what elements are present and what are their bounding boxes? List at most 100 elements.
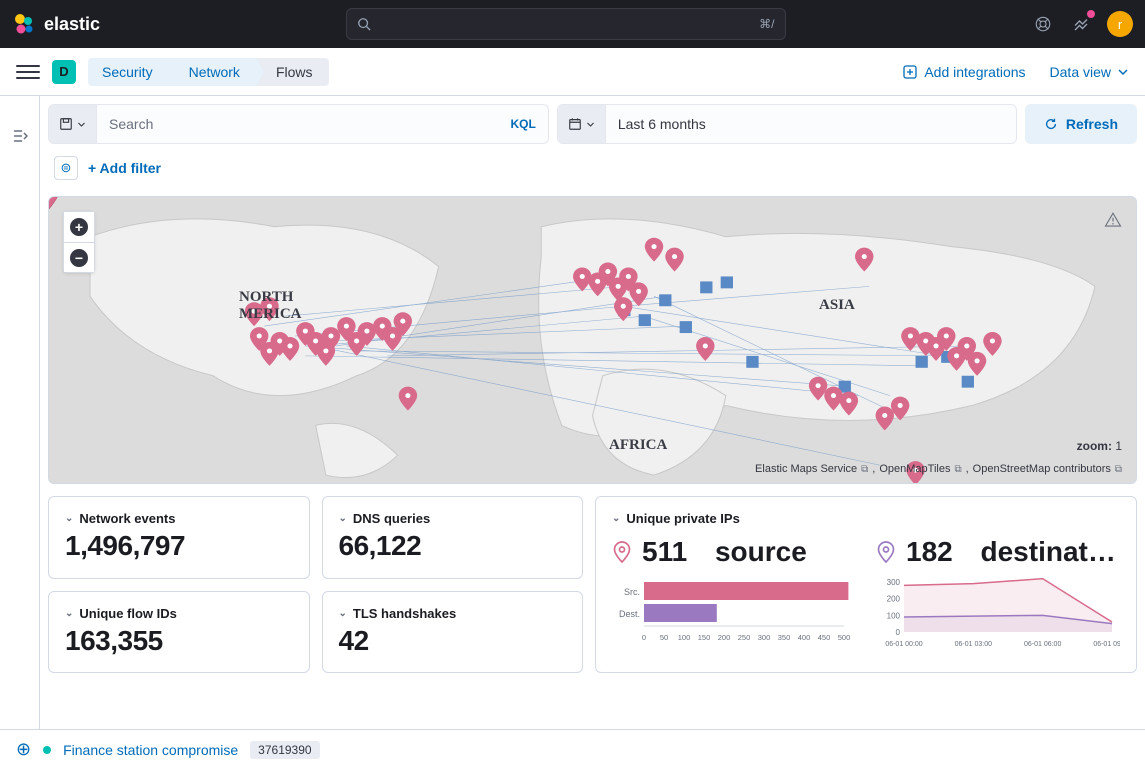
user-avatar[interactable]: r (1107, 11, 1133, 37)
attrib-osm[interactable]: OpenStreetMap contributors (973, 463, 1111, 475)
app-bar: D Security Network Flows Add integration… (0, 48, 1145, 96)
chevron-down-icon[interactable]: ⌄ (339, 608, 347, 619)
notification-dot (1087, 10, 1095, 18)
global-search[interactable]: ⌘/ (346, 8, 786, 40)
calendar-icon (568, 117, 582, 131)
zoom-info: zoom: 1 (1077, 439, 1122, 453)
refresh-icon (1044, 117, 1058, 131)
add-integrations-button[interactable]: Add integrations (902, 64, 1025, 80)
external-link-icon: ⧉ (954, 464, 961, 475)
global-header: elastic ⌘/ r (0, 0, 1145, 48)
map-attribution: Elastic Maps Service⧉, OpenMapTiles⧉, Op… (755, 463, 1122, 475)
ip-bar-chart: Src.Dest.050100150200250300350400450500 (612, 578, 856, 658)
refresh-button[interactable]: Refresh (1025, 104, 1137, 144)
filter-options-icon[interactable]: ⊜ (54, 156, 78, 180)
stat-value: 1,496,797 (65, 530, 293, 562)
newsfeed-icon[interactable] (1069, 12, 1093, 36)
svg-text:350: 350 (778, 633, 791, 642)
svg-text:100: 100 (678, 633, 691, 642)
date-picker[interactable]: Last 6 months (557, 104, 1017, 144)
brand-logo[interactable]: elastic (12, 12, 100, 36)
timeline-bar: ⊕ Finance station compromise 37619390 (0, 729, 1145, 769)
unique-ips-title: Unique private IPs (626, 511, 739, 526)
network-map[interactable]: + − NORTH MERICA AFRICA ASIA zoom: 1 Ela… (48, 196, 1137, 484)
svg-text:0: 0 (642, 633, 646, 642)
help-icon[interactable] (1031, 12, 1055, 36)
refresh-label: Refresh (1066, 116, 1118, 132)
unique-ips-card: ⌄ Unique private IPs 511 source 182 desti… (595, 496, 1137, 673)
ip-timeseries-chart: 010020030006-01 00:0006-01 03:0006-01 06… (876, 578, 1120, 658)
ip-sublabel: destinat… (981, 536, 1116, 568)
chevron-down-icon[interactable]: ⌄ (339, 513, 347, 524)
data-view-button[interactable]: Data view (1050, 64, 1129, 80)
saved-query-button[interactable] (49, 105, 97, 143)
svg-text:Dest.: Dest. (619, 609, 640, 619)
stat-dns-queries: ⌄ DNS queries 66,122 (322, 496, 584, 579)
integrations-icon (902, 64, 918, 80)
chevron-down-icon[interactable]: ⌄ (65, 608, 73, 619)
ip-value: 182 (906, 536, 953, 568)
chevron-down-icon (1117, 66, 1129, 78)
query-language-badge[interactable]: KQL (499, 117, 548, 131)
crumb-network[interactable]: Network (169, 58, 256, 86)
add-filter-button[interactable]: + Add filter (88, 160, 161, 176)
stat-label: DNS queries (353, 511, 430, 526)
pin-icon (876, 540, 896, 564)
add-integrations-label: Add integrations (924, 64, 1025, 80)
attrib-ems[interactable]: Elastic Maps Service (755, 463, 857, 475)
app-badge[interactable]: D (52, 60, 76, 84)
sidebar-expand-icon[interactable] (0, 96, 40, 729)
chevron-down-icon (586, 120, 595, 129)
stats-row: ⌄ Network events 1,496,797 ⌄ DNS queries 6… (48, 496, 1137, 673)
query-bar: Search KQL Last 6 months Refresh (48, 104, 1137, 144)
stat-label: Unique flow IDs (79, 606, 177, 621)
map-zoom-controls: + − (63, 211, 95, 273)
status-dot (43, 746, 51, 754)
svg-text:400: 400 (798, 633, 811, 642)
elastic-logo-icon (12, 12, 36, 36)
timeline-title[interactable]: Finance station compromise (63, 742, 238, 758)
header-actions: r (1031, 11, 1133, 37)
svg-text:06-01 09:00: 06-01 09:00 (1093, 641, 1120, 648)
chevron-down-icon (77, 120, 86, 129)
nav-menu-icon[interactable] (16, 60, 40, 84)
date-range-label[interactable]: Last 6 months (606, 116, 1016, 132)
add-timeline-icon[interactable]: ⊕ (16, 739, 31, 760)
zoom-out-button[interactable]: − (64, 242, 94, 272)
zoom-in-button[interactable]: + (64, 212, 94, 242)
svg-text:250: 250 (738, 633, 751, 642)
source-ip-count: 511 source (612, 536, 856, 568)
timeline-badge: 37619390 (250, 741, 319, 759)
breadcrumb: Security Network Flows (88, 58, 329, 86)
chevron-down-icon[interactable]: ⌄ (65, 513, 73, 524)
data-view-label: Data view (1050, 64, 1111, 80)
warning-icon[interactable] (1104, 211, 1122, 229)
stat-label: Network events (79, 511, 175, 526)
save-icon (59, 117, 73, 131)
date-quick-button[interactable] (558, 105, 606, 143)
svg-text:200: 200 (718, 633, 731, 642)
brand-name: elastic (44, 14, 100, 35)
stat-tls-handshakes: ⌄TLS handshakes 42 (322, 591, 584, 674)
query-input[interactable]: Search (97, 116, 499, 132)
svg-text:450: 450 (818, 633, 831, 642)
crumb-flows: Flows (256, 58, 329, 86)
svg-text:0: 0 (896, 628, 901, 637)
external-link-icon: ⧉ (1115, 464, 1122, 475)
search-shortcut: ⌘/ (759, 17, 774, 31)
stat-label: TLS handshakes (353, 606, 456, 621)
attrib-omt[interactable]: OpenMapTiles (879, 463, 950, 475)
svg-text:500: 500 (838, 633, 851, 642)
svg-text:100: 100 (887, 611, 901, 620)
svg-text:200: 200 (887, 595, 901, 604)
crumb-security[interactable]: Security (88, 58, 169, 86)
stat-unique-flow-ids: ⌄Unique flow IDs 163,355 (48, 591, 310, 674)
dest-ip-count: 182 destinat… (876, 536, 1120, 568)
stat-network-events: ⌄ Network events 1,496,797 (48, 496, 310, 579)
chevron-down-icon[interactable]: ⌄ (612, 513, 620, 524)
stat-value: 66,122 (339, 530, 567, 562)
svg-text:50: 50 (660, 633, 668, 642)
svg-text:06-01 03:00: 06-01 03:00 (955, 641, 992, 648)
svg-text:300: 300 (887, 578, 901, 587)
filter-bar: ⊜ + Add filter (48, 152, 1137, 188)
